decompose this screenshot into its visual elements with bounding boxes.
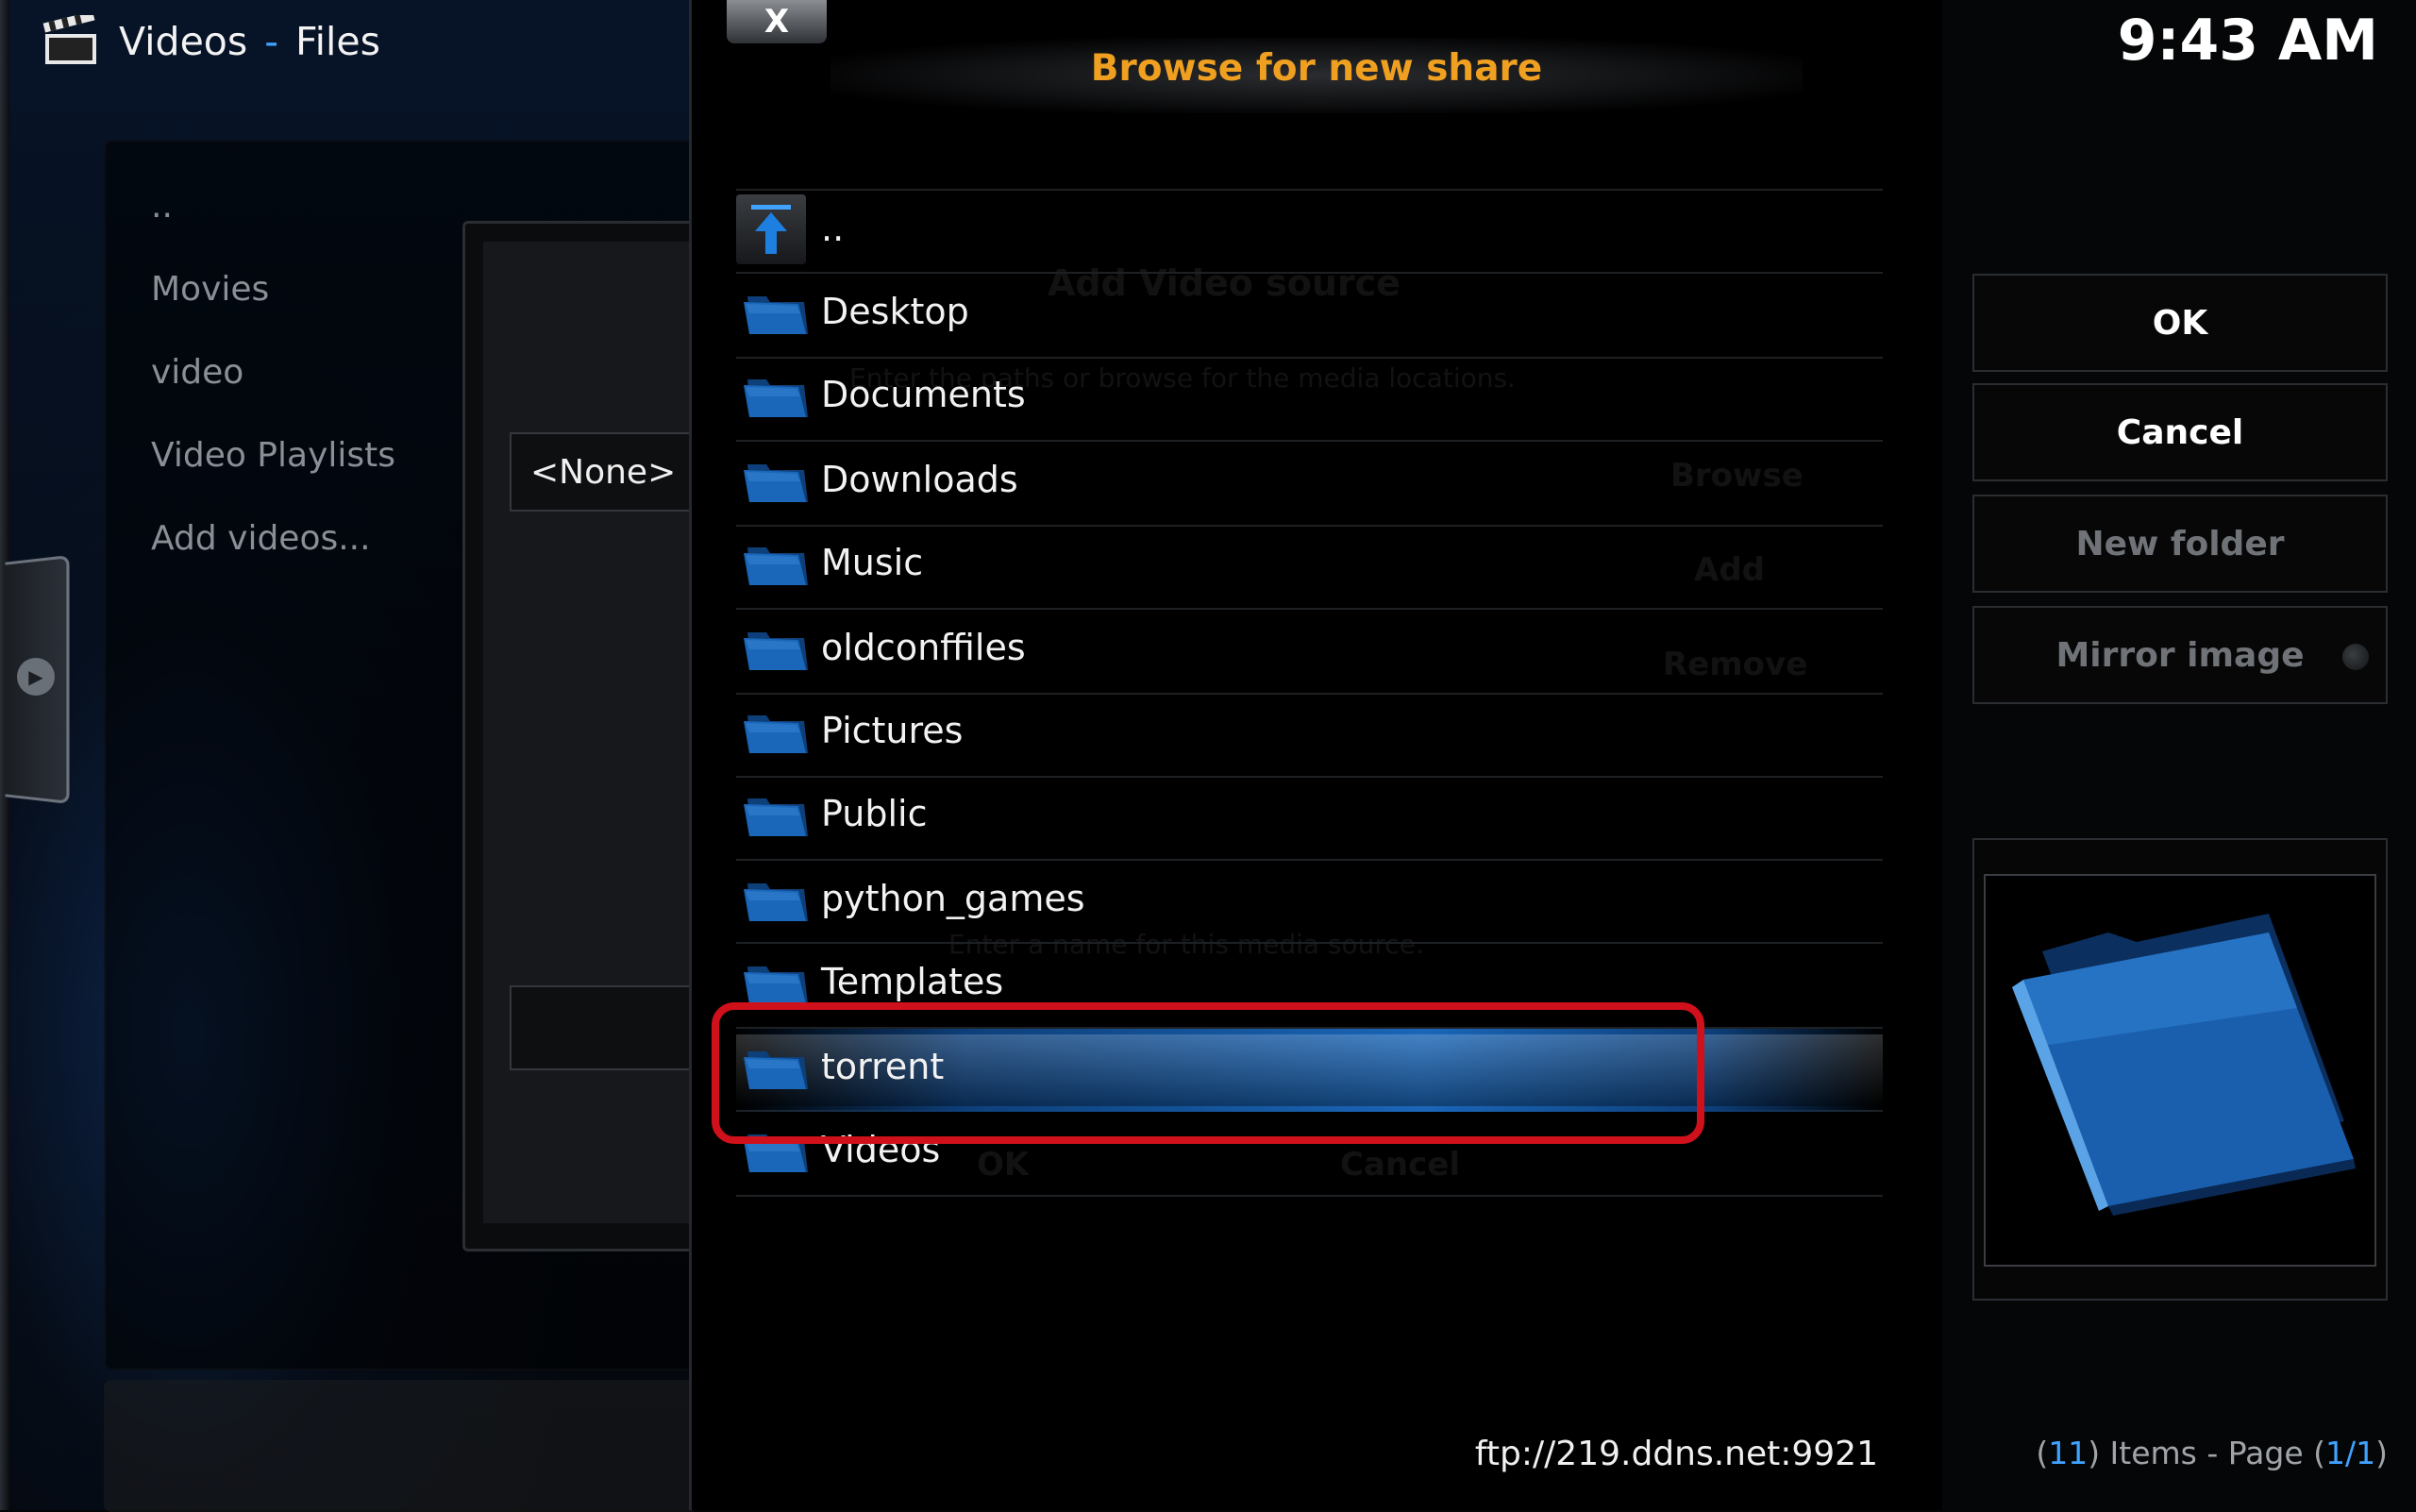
divider (736, 1195, 1883, 1197)
folder-icon (742, 544, 810, 591)
new-folder-button[interactable]: New folder (1972, 495, 2388, 593)
folder-icon (742, 712, 810, 759)
page-title: Videos - Files (42, 13, 380, 70)
header-subsection: Files (295, 19, 380, 64)
folder-icon (742, 376, 810, 423)
items-mid: ) Items - Page ( (2088, 1435, 2326, 1471)
list-item-label: torrent (821, 1046, 945, 1087)
dialog-title: Browse for new share (1090, 47, 1543, 90)
sidebar-item-parent[interactable]: .. (151, 187, 173, 226)
folder-icon (742, 795, 810, 842)
thumbnail (1984, 874, 2376, 1267)
sidebar-item-video-playlists[interactable]: Video Playlists (151, 436, 395, 475)
add-source-dialog-inner (483, 242, 700, 1223)
ok-button[interactable]: OK (1972, 274, 2388, 372)
sidebar-item-movies[interactable]: Movies (151, 270, 269, 309)
list-item-folder[interactable]: Desktop (736, 274, 1883, 357)
list-item-label: python_games (821, 878, 1085, 919)
folder-icon (742, 1048, 810, 1095)
list-item-parent[interactable]: .. (736, 189, 1883, 272)
current-path: ftp://219.ddns.net:9921 (1474, 1435, 1878, 1473)
mirror-image-label: Mirror image (2055, 635, 2305, 675)
items-open: ( (2036, 1435, 2049, 1471)
list-item-folder[interactable]: oldconffiles (736, 610, 1883, 693)
list-item-folder[interactable]: Downloads (736, 442, 1883, 525)
list-item-label: Desktop (821, 291, 969, 332)
items-count: (11) Items - Page (1/1) (1982, 1435, 2388, 1471)
folder-icon (742, 880, 810, 927)
folder-icon (742, 461, 810, 508)
arrow-right-icon[interactable]: ▶ (17, 658, 55, 696)
list-item-label: Music (821, 542, 924, 583)
folder-large-icon (2012, 914, 2356, 1216)
close-icon: X (763, 3, 790, 41)
close-button[interactable]: X (727, 0, 827, 43)
list-item-label: Public (821, 793, 928, 834)
bottom-strip (104, 1380, 698, 1512)
list-item-label: Pictures (821, 710, 964, 751)
folder-icon (742, 293, 810, 340)
list-item-label: Templates (821, 961, 1004, 1002)
sidebar-item-video[interactable]: video (151, 353, 243, 392)
radio-icon (2342, 644, 2369, 670)
items-close: ) (2375, 1435, 2388, 1471)
mirror-image-toggle[interactable]: Mirror image (1972, 606, 2388, 704)
clapperboard-icon (42, 15, 102, 68)
folder-icon (742, 629, 810, 676)
list-item-label: Downloads (821, 459, 1018, 500)
header-section: Videos (119, 19, 248, 64)
source-name-field[interactable] (510, 985, 702, 1070)
page-number: 1/1 (2325, 1435, 2376, 1471)
list-item-folder[interactable]: python_games (736, 861, 1883, 944)
list-item-folder[interactable]: Pictures (736, 693, 1883, 776)
clock: 9:43 AM (2117, 8, 2378, 74)
items-number: 11 (2048, 1435, 2089, 1471)
source-content-field[interactable]: <None> (510, 432, 698, 512)
sidebar-item-add-videos[interactable]: Add videos... (151, 519, 371, 558)
list-item-folder[interactable]: Music (736, 525, 1883, 608)
cancel-button[interactable]: Cancel (1972, 383, 2388, 481)
list-item-folder[interactable]: Public (736, 776, 1883, 859)
list-item-label: oldconffiles (821, 627, 1026, 668)
header-separator: - (264, 19, 279, 64)
list-item-label: Documents (821, 374, 1026, 415)
list-item-label: .. (821, 208, 845, 249)
folder-up-icon (736, 194, 806, 264)
list-item-folder[interactable]: Documents (736, 357, 1883, 440)
